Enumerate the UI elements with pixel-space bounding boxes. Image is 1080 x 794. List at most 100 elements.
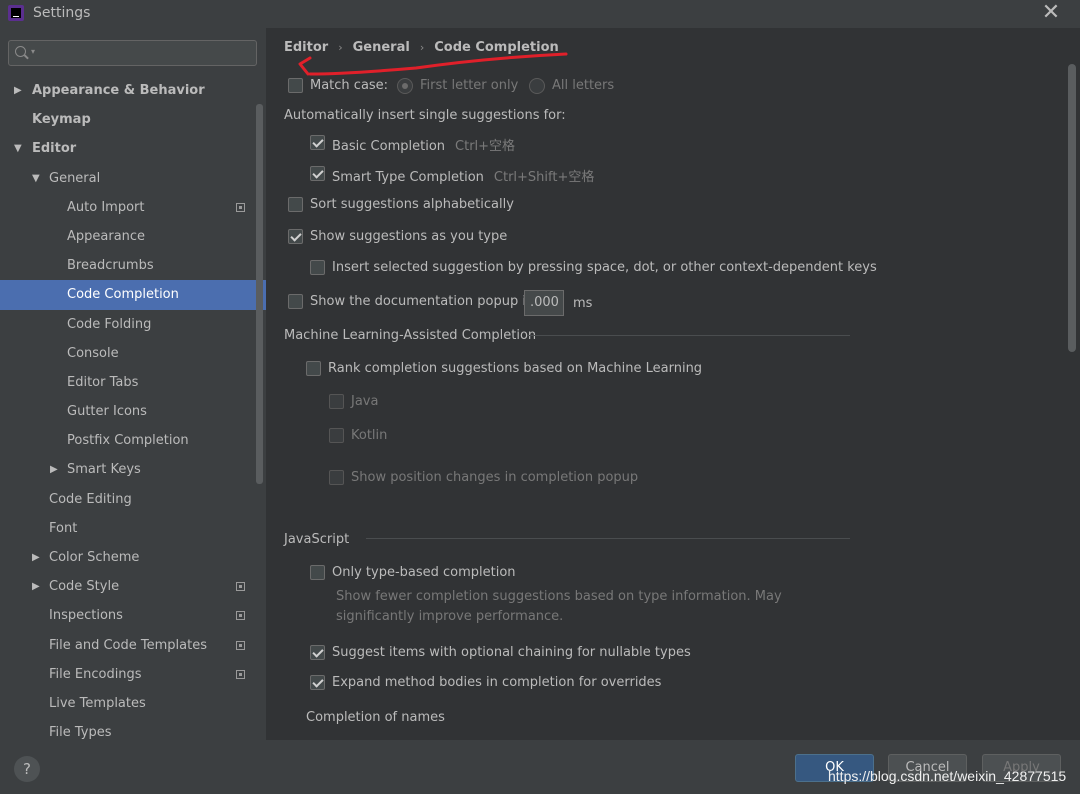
optional-chaining-checkbox[interactable] [310,645,325,660]
ml-show-position-label: Show position changes in completion popu… [351,470,639,485]
first-letter-radio[interactable] [397,78,413,94]
smart-type-label: Smart Type Completion [332,170,484,185]
insert-selected-checkbox[interactable] [310,260,325,275]
settings-content: Editor › General › Code Completion Match cas… [266,28,1080,740]
sidebar-item-postfix-completion[interactable]: Postfix Completion [0,426,266,455]
smart-type-shortcut: Ctrl+Shift+空格 [493,170,595,185]
chevron-down-icon[interactable]: ▼ [14,134,22,163]
expand-method-checkbox[interactable] [310,675,325,690]
chevron-down-icon[interactable]: ▾ [31,47,35,56]
sidebar-item-label: Code Style [49,579,120,595]
show-as-type-checkbox[interactable] [288,229,303,244]
ml-kotlin-checkbox[interactable] [329,428,344,443]
sidebar-item-editor-tabs[interactable]: Editor Tabs [0,368,266,397]
breadcrumb-editor[interactable]: Editor [284,40,328,55]
breadcrumb-general[interactable]: General [353,40,410,55]
sidebar-item-console[interactable]: Console [0,339,266,368]
search-box[interactable]: ▾ [8,40,257,66]
sidebar-item-label: Editor Tabs [67,374,139,390]
basic-completion-label: Basic Completion [332,139,446,154]
chevron-right-icon[interactable]: ▶ [32,543,40,572]
sidebar-item-live-templates[interactable]: Live Templates [0,689,266,718]
match-case-checkbox[interactable] [288,78,303,93]
sidebar-item-file-types[interactable]: File Types [0,718,266,740]
doc-popup-checkbox[interactable] [288,294,303,309]
sidebar-item-label: General [49,170,101,186]
sidebar-item-label: Code Completion [67,287,179,303]
sidebar-item-label: Breadcrumbs [67,258,154,274]
sidebar-item-label: Code Editing [49,491,132,507]
doc-popup-label: Show the documentation popup in [310,294,535,309]
all-letters-radio[interactable] [529,78,545,94]
basic-completion-row: Basic Completion Ctrl+空格 [332,135,515,154]
sort-alpha-checkbox[interactable] [288,197,303,212]
sidebar-item-gutter-icons[interactable]: Gutter Icons [0,397,266,426]
project-scope-icon [236,582,245,592]
js-section-title: JavaScript [284,532,350,547]
sidebar-item-label: Keymap [32,112,91,128]
sidebar-item-keymap[interactable]: Keymap [0,105,266,134]
sidebar-item-appearance-behavior[interactable]: ▶ Appearance & Behavior [0,76,266,105]
ml-java-checkbox[interactable] [329,394,344,409]
doc-popup-delay-input[interactable]: .000 [524,290,564,316]
insert-selected-label: Insert selected suggestion by pressing s… [332,260,877,275]
sidebar-item-file-encodings[interactable]: File Encodings [0,660,266,689]
doc-popup-unit: ms [573,296,593,311]
expand-method-label: Expand method bodies in completion for o… [332,675,662,690]
sidebar-item-label: Postfix Completion [67,433,189,449]
chevron-right-icon[interactable]: ▶ [50,455,58,484]
only-type-based-checkbox[interactable] [310,565,325,580]
sidebar-item-general[interactable]: ▼ General [0,164,266,193]
ml-rank-checkbox[interactable] [306,361,321,376]
help-button[interactable]: ? [14,756,40,782]
sidebar-item-appearance[interactable]: Appearance [0,222,266,251]
sidebar-item-code-style[interactable]: ▶ Code Style [0,572,266,601]
sidebar-item-auto-import[interactable]: Auto Import [0,193,266,222]
sidebar-item-label: Font [49,520,78,536]
ml-show-position-checkbox[interactable] [329,470,344,485]
sidebar-scrollbar[interactable] [256,104,263,484]
sidebar-item-label: File Types [49,725,112,740]
search-icon [15,46,26,57]
sidebar-item-font[interactable]: Font [0,514,266,543]
sidebar-item-editor[interactable]: ▼ Editor [0,134,266,163]
chevron-right-icon[interactable]: ▶ [14,76,22,105]
only-type-based-label: Only type-based completion [332,565,516,580]
sidebar-item-smart-keys[interactable]: ▶ Smart Keys [0,455,266,484]
sidebar-item-color-scheme[interactable]: ▶ Color Scheme [0,543,266,572]
sidebar-item-code-folding[interactable]: Code Folding [0,310,266,339]
sidebar-item-label: Appearance & Behavior [32,83,205,98]
js-section-divider [366,538,850,539]
sidebar-item-label: Inspections [49,608,123,624]
project-scope-icon [236,202,245,212]
sidebar-item-label: Appearance [67,228,146,244]
sidebar-item-label: File Encodings [49,666,142,682]
close-button[interactable]: ✕ [1040,2,1062,24]
completion-of-names-heading: Completion of names [306,710,445,725]
auto-insert-heading: Automatically insert single suggestions … [284,108,566,123]
project-scope-icon [236,611,245,621]
project-scope-icon [236,640,245,650]
ml-rank-label: Rank completion suggestions based on Mac… [328,361,703,376]
all-letters-label: All letters [552,78,615,93]
chevron-down-icon[interactable]: ▼ [32,164,40,193]
optional-chaining-label: Suggest items with optional chaining for… [332,645,691,660]
window-title: Settings [33,5,91,21]
sidebar-item-breadcrumbs[interactable]: Breadcrumbs [0,251,266,280]
sidebar-item-code-completion[interactable]: Code Completion [0,280,266,310]
sidebar-item-code-editing[interactable]: Code Editing [0,485,266,514]
sidebar-item-label: File and Code Templates [49,637,207,653]
content-scrollbar[interactable] [1068,64,1076,352]
chevron-right-icon[interactable]: ▶ [32,572,40,601]
intellij-logo-icon [8,5,24,21]
sort-alpha-label: Sort suggestions alphabetically [310,197,514,212]
sidebar-item-inspections[interactable]: Inspections [0,601,266,630]
ml-kotlin-label: Kotlin [351,428,388,443]
search-input[interactable] [41,44,251,62]
breadcrumb-separator: › [338,41,343,54]
basic-completion-checkbox[interactable] [310,135,325,150]
smart-type-checkbox[interactable] [310,166,325,181]
project-scope-icon [236,669,245,679]
sidebar-item-label: Editor [32,141,77,157]
sidebar-item-file-and-code-templates[interactable]: File and Code Templates [0,631,266,660]
